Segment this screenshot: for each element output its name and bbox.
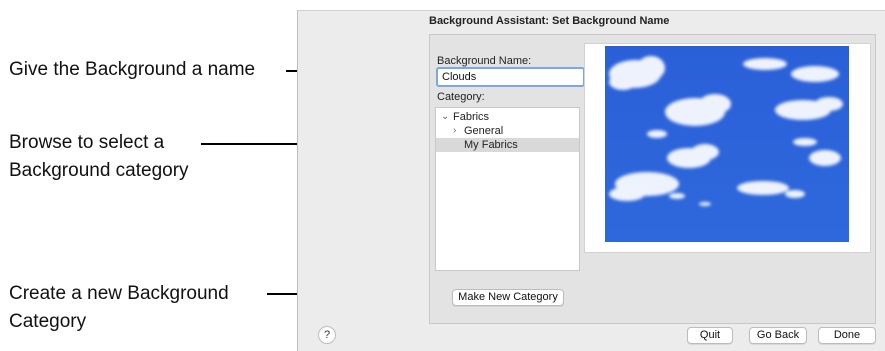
tree-item-general[interactable]: › General: [436, 124, 579, 138]
tree-item-label: My Fabrics: [464, 139, 518, 151]
callout-create-line1: Create a new Background: [9, 283, 229, 304]
background-preview: [584, 43, 871, 253]
help-button[interactable]: ?: [318, 326, 336, 344]
dialog-panel: Background Name: Category: ⌄ Fabrics › G…: [429, 34, 876, 324]
tree-item-label: General: [464, 125, 504, 137]
tree-item-fabrics[interactable]: ⌄ Fabrics: [436, 110, 579, 124]
callout-create-line2: Category: [9, 311, 87, 332]
category-label: Category:: [437, 91, 485, 103]
chevron-right-icon[interactable]: ›: [453, 124, 456, 138]
go-back-button[interactable]: Go Back: [749, 327, 807, 344]
dialog-window: Background Assistant: Set Background Nam…: [297, 10, 885, 351]
clouds-image: [605, 46, 849, 242]
quit-button[interactable]: Quit: [687, 327, 733, 344]
done-button[interactable]: Done: [818, 327, 876, 344]
category-tree[interactable]: ⌄ Fabrics › General My Fabrics: [435, 107, 580, 271]
callout-browse-line1: Browse to select a: [9, 132, 165, 153]
tree-item-label: Fabrics: [453, 111, 490, 123]
callout-browse-line2: Background category: [9, 160, 189, 181]
chevron-down-icon[interactable]: ⌄: [441, 110, 449, 124]
background-name-input[interactable]: [436, 67, 585, 87]
make-new-category-button[interactable]: Make New Category: [452, 289, 564, 306]
callout-name: Give the Background a name: [9, 59, 256, 80]
tree-item-my-fabrics[interactable]: My Fabrics: [436, 138, 579, 152]
background-name-label: Background Name:: [437, 55, 532, 67]
dialog-title: Background Assistant: Set Background Nam…: [429, 15, 670, 27]
